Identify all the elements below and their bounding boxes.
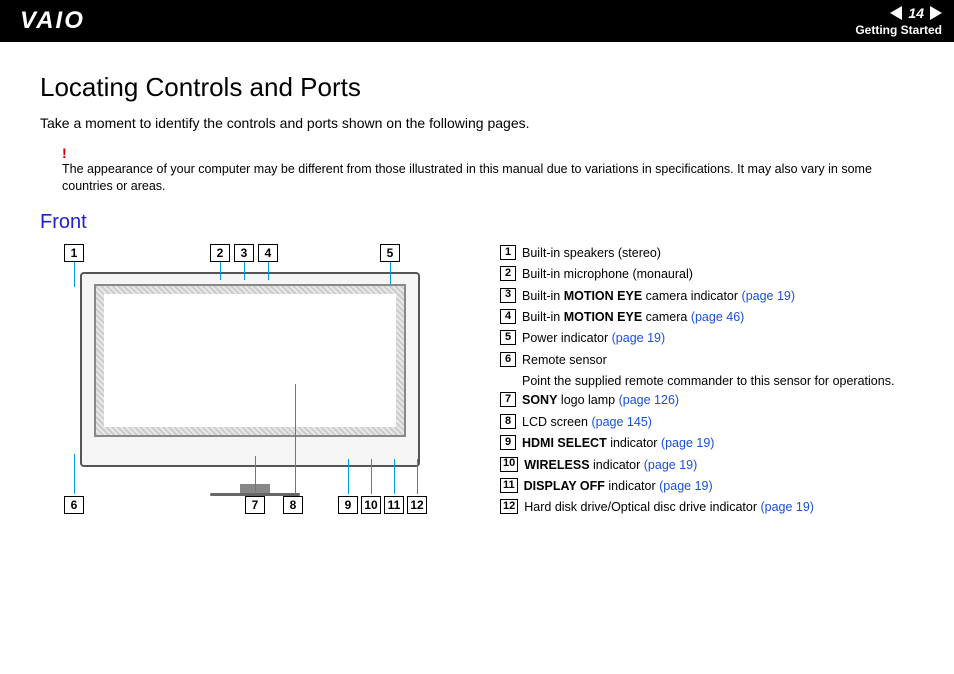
legend-number: 6	[500, 352, 516, 367]
warning-text: The appearance of your computer may be d…	[62, 161, 914, 195]
page-ref-link[interactable]: (page 19)	[742, 289, 796, 303]
callout-label: 6	[64, 496, 84, 514]
callout-label: 12	[407, 496, 427, 514]
legend-item: 4 Built-in MOTION EYE camera (page 46)	[500, 308, 914, 327]
page-title: Locating Controls and Ports	[40, 72, 914, 103]
legend-item: 3 Built-in MOTION EYE camera indicator (p…	[500, 287, 914, 306]
page-number: 14	[908, 5, 924, 21]
legend-number: 11	[500, 478, 518, 493]
callout-label: 7	[245, 496, 265, 514]
legend-number: 7	[500, 392, 516, 407]
page-ref-link[interactable]: (page 19)	[644, 458, 698, 472]
vaio-logo: VAIO	[20, 7, 85, 35]
callout-label: 8	[283, 496, 303, 514]
legend-item: 8 LCD screen (page 145)	[500, 413, 914, 432]
legend-item: 7 SONY logo lamp (page 126)	[500, 391, 914, 410]
page-ref-link[interactable]: (page 19)	[612, 331, 666, 345]
legend-list: 1 Built-in speakers (stereo) 2 Built-in mic…	[500, 244, 914, 520]
legend-text: Built-in MOTION EYE camera (page 46)	[522, 308, 744, 327]
callout-label: 9	[338, 496, 358, 514]
legend-item: 5 Power indicator (page 19)	[500, 329, 914, 348]
callout-label: 11	[384, 496, 404, 514]
warning-block: ! The appearance of your computer may be…	[40, 145, 914, 195]
legend-number: 10	[500, 457, 518, 472]
section-label: Getting Started	[855, 23, 942, 37]
legend-number: 8	[500, 414, 516, 429]
legend-item: 9 HDMI SELECT indicator (page 19)	[500, 434, 914, 453]
header-nav: 14 Getting Started	[855, 5, 942, 37]
callout-label: 4	[258, 244, 278, 262]
legend-text: HDMI SELECT indicator (page 19)	[522, 434, 714, 453]
legend-number: 4	[500, 309, 516, 324]
legend-text: Power indicator (page 19)	[522, 329, 665, 348]
page-ref-link[interactable]: (page 19)	[661, 436, 715, 450]
legend-number: 9	[500, 435, 516, 450]
page-ref-link[interactable]: (page 19)	[760, 500, 814, 514]
warning-icon: !	[62, 145, 67, 161]
front-diagram: 1 2 3 4 5 6 7	[40, 244, 470, 514]
legend-subtext: Point the supplied remote commander to t…	[500, 372, 914, 391]
legend-item: 12 Hard disk drive/Optical disc drive ind…	[500, 498, 914, 517]
callout-label: 10	[361, 496, 381, 514]
page-content: Locating Controls and Ports Take a momen…	[0, 42, 954, 540]
page-ref-link[interactable]: (page 145)	[591, 415, 651, 429]
page-ref-link[interactable]: (page 19)	[659, 479, 713, 493]
monitor-outline	[80, 272, 420, 467]
legend-text: DISPLAY OFF indicator (page 19)	[524, 477, 713, 496]
legend-number: 3	[500, 288, 516, 303]
legend-text: SONY logo lamp (page 126)	[522, 391, 679, 410]
legend-item: 2 Built-in microphone (monaural)	[500, 265, 914, 284]
callout-label: 5	[380, 244, 400, 262]
legend-text: Built-in microphone (monaural)	[522, 265, 693, 284]
legend-text: Built-in speakers (stereo)	[522, 244, 661, 263]
legend-text: Hard disk drive/Optical disc drive indic…	[524, 498, 814, 517]
legend-number: 1	[500, 245, 516, 260]
legend-text: Built-in MOTION EYE camera indicator (pa…	[522, 287, 795, 306]
legend-text: Remote sensor	[522, 351, 607, 370]
legend-text: WIRELESS indicator (page 19)	[524, 456, 697, 475]
legend-number: 12	[500, 499, 518, 514]
next-page-arrow-icon[interactable]	[930, 6, 942, 20]
legend-item: 6 Remote sensor	[500, 351, 914, 370]
callout-label: 1	[64, 244, 84, 262]
legend-number: 5	[500, 330, 516, 345]
callout-label: 3	[234, 244, 254, 262]
intro-text: Take a moment to identify the controls a…	[40, 115, 914, 131]
legend-number: 2	[500, 266, 516, 281]
callout-label: 2	[210, 244, 230, 262]
front-subheading: Front	[40, 211, 914, 234]
page-ref-link[interactable]: (page 46)	[691, 310, 745, 324]
header-bar: VAIO 14 Getting Started	[0, 0, 954, 42]
page-ref-link[interactable]: (page 126)	[619, 393, 679, 407]
legend-item: 1 Built-in speakers (stereo)	[500, 244, 914, 263]
legend-text: LCD screen (page 145)	[522, 413, 652, 432]
legend-item: 10 WIRELESS indicator (page 19)	[500, 456, 914, 475]
legend-item: 11 DISPLAY OFF indicator (page 19)	[500, 477, 914, 496]
prev-page-arrow-icon[interactable]	[890, 6, 902, 20]
